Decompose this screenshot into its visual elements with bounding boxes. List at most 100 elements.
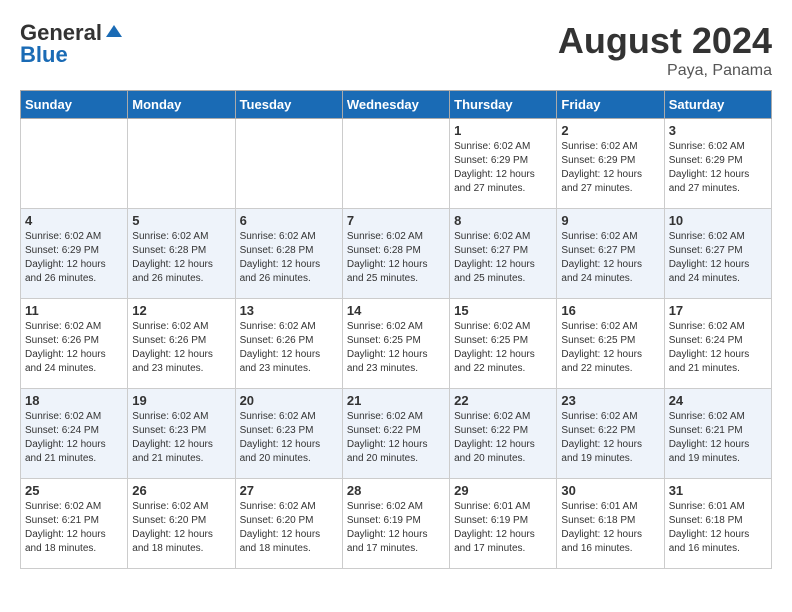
day-info: Sunrise: 6:02 AM Sunset: 6:23 PM Dayligh… <box>132 410 230 466</box>
day-info: Sunrise: 6:02 AM Sunset: 6:26 PM Dayligh… <box>25 320 123 376</box>
day-info: Sunrise: 6:02 AM Sunset: 6:22 PM Dayligh… <box>454 410 552 466</box>
day-info: Sunrise: 6:02 AM Sunset: 6:22 PM Dayligh… <box>347 410 445 466</box>
day-number: 20 <box>240 393 338 408</box>
calendar-cell: 21 Sunrise: 6:02 AM Sunset: 6:22 PM Dayli… <box>342 389 449 479</box>
day-number: 3 <box>669 123 767 138</box>
day-number: 18 <box>25 393 123 408</box>
day-number: 16 <box>561 303 659 318</box>
calendar-week-row: 11 Sunrise: 6:02 AM Sunset: 6:26 PM Dayli… <box>21 299 772 389</box>
calendar-cell: 25 Sunrise: 6:02 AM Sunset: 6:21 PM Dayli… <box>21 479 128 569</box>
calendar-cell: 23 Sunrise: 6:02 AM Sunset: 6:22 PM Dayli… <box>557 389 664 479</box>
calendar-cell: 6 Sunrise: 6:02 AM Sunset: 6:28 PM Daylig… <box>235 209 342 299</box>
day-info: Sunrise: 6:02 AM Sunset: 6:25 PM Dayligh… <box>454 320 552 376</box>
calendar-week-row: 18Sunrise: 6:02 AM Sunset: 6:24 PM Dayli… <box>21 389 772 479</box>
day-number: 4 <box>25 213 123 228</box>
day-number: 26 <box>132 483 230 498</box>
day-number: 2 <box>561 123 659 138</box>
logo-blue-text: Blue <box>20 42 68 68</box>
day-number: 21 <box>347 393 445 408</box>
day-info: Sunrise: 6:02 AM Sunset: 6:20 PM Dayligh… <box>132 500 230 556</box>
calendar-cell: 15 Sunrise: 6:02 AM Sunset: 6:25 PM Dayli… <box>450 299 557 389</box>
day-info: Sunrise: 6:02 AM Sunset: 6:27 PM Dayligh… <box>669 230 767 286</box>
calendar-cell <box>342 119 449 209</box>
day-info: Sunrise: 6:02 AM Sunset: 6:26 PM Dayligh… <box>132 320 230 376</box>
day-info: Sunrise: 6:02 AM Sunset: 6:27 PM Dayligh… <box>454 230 552 286</box>
day-info: Sunrise: 6:01 AM Sunset: 6:19 PM Dayligh… <box>454 500 552 556</box>
weekday-header-wednesday: Wednesday <box>342 91 449 119</box>
calendar-cell: 18Sunrise: 6:02 AM Sunset: 6:24 PM Dayli… <box>21 389 128 479</box>
day-info: Sunrise: 6:02 AM Sunset: 6:29 PM Dayligh… <box>669 140 767 196</box>
day-info: Sunrise: 6:02 AM Sunset: 6:28 PM Dayligh… <box>240 230 338 286</box>
calendar-cell: 30 Sunrise: 6:01 AM Sunset: 6:18 PM Dayli… <box>557 479 664 569</box>
calendar-cell: 20 Sunrise: 6:02 AM Sunset: 6:23 PM Dayli… <box>235 389 342 479</box>
calendar-table: SundayMondayTuesdayWednesdayThursdayFrid… <box>20 90 772 569</box>
day-info: Sunrise: 6:02 AM Sunset: 6:20 PM Dayligh… <box>240 500 338 556</box>
day-number: 17 <box>669 303 767 318</box>
calendar-cell: 14 Sunrise: 6:02 AM Sunset: 6:25 PM Dayli… <box>342 299 449 389</box>
day-info: Sunrise: 6:02 AM Sunset: 6:28 PM Dayligh… <box>347 230 445 286</box>
day-number: 6 <box>240 213 338 228</box>
calendar-cell: 2 Sunrise: 6:02 AM Sunset: 6:29 PM Daylig… <box>557 119 664 209</box>
day-number: 9 <box>561 213 659 228</box>
day-number: 14 <box>347 303 445 318</box>
calendar-cell: 10 Sunrise: 6:02 AM Sunset: 6:27 PM Dayli… <box>664 209 771 299</box>
calendar-cell <box>128 119 235 209</box>
weekday-header-tuesday: Tuesday <box>235 91 342 119</box>
day-info: Sunrise: 6:01 AM Sunset: 6:18 PM Dayligh… <box>561 500 659 556</box>
weekday-header-sunday: Sunday <box>21 91 128 119</box>
day-number: 24 <box>669 393 767 408</box>
day-info: Sunrise: 6:01 AM Sunset: 6:18 PM Dayligh… <box>669 500 767 556</box>
calendar-cell: 24 Sunrise: 6:02 AM Sunset: 6:21 PM Dayli… <box>664 389 771 479</box>
calendar-cell: 26 Sunrise: 6:02 AM Sunset: 6:20 PM Dayli… <box>128 479 235 569</box>
day-info: Sunrise: 6:02 AM Sunset: 6:29 PM Dayligh… <box>561 140 659 196</box>
calendar-cell: 1 Sunrise: 6:02 AM Sunset: 6:29 PM Daylig… <box>450 119 557 209</box>
calendar-cell: 11 Sunrise: 6:02 AM Sunset: 6:26 PM Dayli… <box>21 299 128 389</box>
calendar-cell: 13Sunrise: 6:02 AM Sunset: 6:26 PM Dayli… <box>235 299 342 389</box>
calendar-cell <box>21 119 128 209</box>
location-subtitle: Paya, Panama <box>558 62 772 80</box>
logo-icon <box>104 23 124 43</box>
day-info: Sunrise: 6:02 AM Sunset: 6:21 PM Dayligh… <box>669 410 767 466</box>
day-info: Sunrise: 6:02 AM Sunset: 6:25 PM Dayligh… <box>347 320 445 376</box>
calendar-week-row: 4Sunrise: 6:02 AM Sunset: 6:29 PM Daylig… <box>21 209 772 299</box>
calendar-cell: 7Sunrise: 6:02 AM Sunset: 6:28 PM Daylig… <box>342 209 449 299</box>
calendar-cell: 28Sunrise: 6:02 AM Sunset: 6:19 PM Dayli… <box>342 479 449 569</box>
day-number: 11 <box>25 303 123 318</box>
day-info: Sunrise: 6:02 AM Sunset: 6:24 PM Dayligh… <box>669 320 767 376</box>
day-number: 12 <box>132 303 230 318</box>
calendar-cell: 17 Sunrise: 6:02 AM Sunset: 6:24 PM Dayli… <box>664 299 771 389</box>
calendar-cell: 4Sunrise: 6:02 AM Sunset: 6:29 PM Daylig… <box>21 209 128 299</box>
calendar-cell: 16 Sunrise: 6:02 AM Sunset: 6:25 PM Dayli… <box>557 299 664 389</box>
day-info: Sunrise: 6:02 AM Sunset: 6:27 PM Dayligh… <box>561 230 659 286</box>
calendar-cell: 5Sunrise: 6:02 AM Sunset: 6:28 PM Daylig… <box>128 209 235 299</box>
calendar-cell: 12 Sunrise: 6:02 AM Sunset: 6:26 PM Dayli… <box>128 299 235 389</box>
calendar-cell: 22 Sunrise: 6:02 AM Sunset: 6:22 PM Dayli… <box>450 389 557 479</box>
day-number: 23 <box>561 393 659 408</box>
calendar-cell: 3 Sunrise: 6:02 AM Sunset: 6:29 PM Daylig… <box>664 119 771 209</box>
day-number: 19 <box>132 393 230 408</box>
weekday-header-saturday: Saturday <box>664 91 771 119</box>
day-info: Sunrise: 6:02 AM Sunset: 6:23 PM Dayligh… <box>240 410 338 466</box>
calendar-cell: 31Sunrise: 6:01 AM Sunset: 6:18 PM Dayli… <box>664 479 771 569</box>
calendar-week-row: 1 Sunrise: 6:02 AM Sunset: 6:29 PM Daylig… <box>21 119 772 209</box>
weekday-header-friday: Friday <box>557 91 664 119</box>
calendar-cell: 29Sunrise: 6:01 AM Sunset: 6:19 PM Dayli… <box>450 479 557 569</box>
month-year-title: August 2024 <box>558 20 772 62</box>
day-number: 15 <box>454 303 552 318</box>
day-number: 30 <box>561 483 659 498</box>
day-info: Sunrise: 6:02 AM Sunset: 6:21 PM Dayligh… <box>25 500 123 556</box>
calendar-cell: 8 Sunrise: 6:02 AM Sunset: 6:27 PM Daylig… <box>450 209 557 299</box>
day-number: 22 <box>454 393 552 408</box>
day-info: Sunrise: 6:02 AM Sunset: 6:29 PM Dayligh… <box>454 140 552 196</box>
day-number: 13 <box>240 303 338 318</box>
day-number: 25 <box>25 483 123 498</box>
day-info: Sunrise: 6:02 AM Sunset: 6:22 PM Dayligh… <box>561 410 659 466</box>
day-info: Sunrise: 6:02 AM Sunset: 6:28 PM Dayligh… <box>132 230 230 286</box>
day-number: 10 <box>669 213 767 228</box>
day-number: 1 <box>454 123 552 138</box>
logo: General Blue <box>20 20 124 68</box>
day-number: 27 <box>240 483 338 498</box>
day-info: Sunrise: 6:02 AM Sunset: 6:25 PM Dayligh… <box>561 320 659 376</box>
day-number: 8 <box>454 213 552 228</box>
day-number: 28 <box>347 483 445 498</box>
